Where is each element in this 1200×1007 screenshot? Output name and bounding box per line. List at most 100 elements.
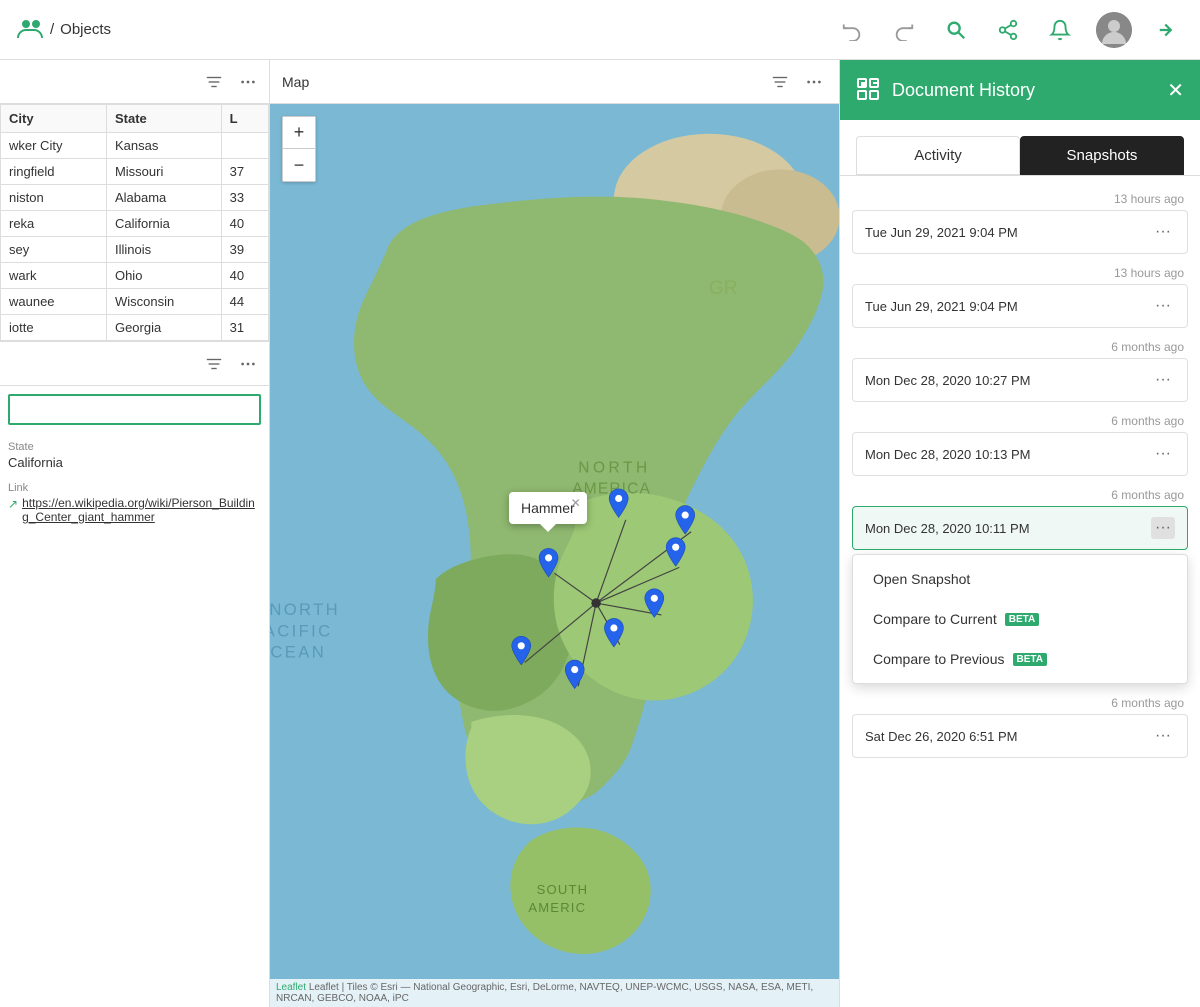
table-row[interactable]: niston Alabama 33 xyxy=(1,185,269,211)
main-area: City State L wker City Kansas ringfield … xyxy=(0,60,1200,1007)
snapshot-item[interactable]: Sat Dec 26, 2020 6:51 PM··· xyxy=(852,714,1188,758)
share-button[interactable] xyxy=(992,14,1024,46)
cell-state: Kansas xyxy=(106,133,221,159)
cell-city: ringfield xyxy=(1,159,107,185)
table-row[interactable]: wark Ohio 40 xyxy=(1,263,269,289)
tab-activity[interactable]: Activity xyxy=(856,136,1020,175)
table-row[interactable]: iotte Georgia 31 xyxy=(1,315,269,341)
snapshots-list: 13 hours ago Tue Jun 29, 2021 9:04 PM ··· 1… xyxy=(840,176,1200,1007)
link-field: Link ↗ https://en.wikipedia.org/wiki/Pie… xyxy=(0,474,269,532)
snapshot-date: Mon Dec 28, 2020 10:27 PM xyxy=(865,373,1031,388)
expand-button[interactable] xyxy=(1152,14,1184,46)
tab-snapshots[interactable]: Snapshots xyxy=(1020,136,1184,175)
svg-text:NORTH: NORTH xyxy=(578,459,650,476)
col-state: State xyxy=(106,105,221,133)
document-history-title: Document History xyxy=(892,80,1155,101)
detail-search[interactable] xyxy=(8,394,261,425)
snapshot-date: Tue Jun 29, 2021 9:04 PM xyxy=(865,299,1018,314)
state-field: State California xyxy=(0,433,269,474)
cell-city: sey xyxy=(1,237,107,263)
map-controls: + − xyxy=(282,116,316,182)
table-row[interactable]: wker City Kansas xyxy=(1,133,269,159)
context-menu-item[interactable]: Open Snapshot xyxy=(853,559,1187,599)
header-brand: / Objects xyxy=(16,14,111,46)
state-value: California xyxy=(8,455,261,470)
cell-city: niston xyxy=(1,185,107,211)
table-more-button[interactable] xyxy=(235,69,261,95)
state-label: State xyxy=(8,441,261,453)
zoom-out-button[interactable]: − xyxy=(283,149,315,181)
map-more-button[interactable] xyxy=(801,69,827,95)
header: / Objects xyxy=(0,0,1200,60)
table-row[interactable]: reka California 40 xyxy=(1,211,269,237)
header-actions xyxy=(836,12,1184,48)
header-slash: / xyxy=(50,21,54,38)
popup-text: Hammer xyxy=(521,500,575,516)
table-row[interactable]: sey Illinois 39 xyxy=(1,237,269,263)
document-history-panel: Document History ✕ Activity Snapshots 13… xyxy=(840,60,1200,1007)
table-row[interactable]: ringfield Missouri 37 xyxy=(1,159,269,185)
beta-badge: BETA xyxy=(1005,613,1039,626)
table-filter-button[interactable] xyxy=(201,69,227,95)
detail-toolbar xyxy=(0,342,269,386)
snapshot-item[interactable]: Mon Dec 28, 2020 10:11 PM ··· xyxy=(852,506,1188,550)
snapshot-item[interactable]: Tue Jun 29, 2021 9:04 PM ··· xyxy=(852,210,1188,254)
search-button[interactable] xyxy=(940,14,972,46)
svg-text:AMERIC: AMERIC xyxy=(528,900,586,915)
cell-state: Illinois xyxy=(106,237,221,263)
table-row[interactable]: waunee Wisconsin 44 xyxy=(1,289,269,315)
cell-city: wker City xyxy=(1,133,107,159)
snapshot-time-label: 6 months ago xyxy=(840,480,1200,506)
snapshot-more-button[interactable]: ··· xyxy=(1151,443,1175,465)
close-panel-button[interactable]: ✕ xyxy=(1167,78,1184,103)
leaflet-link[interactable]: Leaflet xyxy=(276,982,306,993)
popup-close-button[interactable]: ✕ xyxy=(571,496,581,510)
link-text[interactable]: https://en.wikipedia.org/wiki/Pierson_Bu… xyxy=(22,496,261,524)
context-menu-item[interactable]: Compare to PreviousBETA xyxy=(853,639,1187,679)
snapshot-more-button[interactable]: ··· xyxy=(1151,369,1175,391)
zoom-in-button[interactable]: + xyxy=(283,117,315,149)
cell-l: 40 xyxy=(221,211,268,237)
detail-more-button[interactable] xyxy=(235,351,261,377)
cell-state: Ohio xyxy=(106,263,221,289)
snapshot-item[interactable]: Tue Jun 29, 2021 9:04 PM ··· xyxy=(852,284,1188,328)
cell-l: 37 xyxy=(221,159,268,185)
undo-button[interactable] xyxy=(836,14,868,46)
cell-l: 40 xyxy=(221,263,268,289)
snapshot-time-label: 6 months ago xyxy=(840,332,1200,358)
external-link-icon: ↗ xyxy=(8,497,18,511)
redo-button[interactable] xyxy=(888,14,920,46)
snapshot-more-button[interactable]: ··· xyxy=(1151,725,1175,747)
detail-filter-button[interactable] xyxy=(201,351,227,377)
map-container[interactable]: NORTH PACIFIC OCEAN GR NORTH xyxy=(270,104,839,1007)
cell-l: 39 xyxy=(221,237,268,263)
snapshot-more-button[interactable]: ··· xyxy=(1151,295,1175,317)
cell-l: 31 xyxy=(221,315,268,341)
col-l: L xyxy=(221,105,268,133)
cell-state: Missouri xyxy=(106,159,221,185)
notifications-button[interactable] xyxy=(1044,14,1076,46)
snapshot-date: Mon Dec 28, 2020 10:11 PM xyxy=(865,521,1030,536)
snapshot-more-button[interactable]: ··· xyxy=(1151,221,1175,243)
snapshot-more-button[interactable]: ··· xyxy=(1151,517,1175,539)
cell-state: California xyxy=(106,211,221,237)
col-city: City xyxy=(1,105,107,133)
map-filter-button[interactable] xyxy=(767,69,793,95)
avatar[interactable] xyxy=(1096,12,1132,48)
cell-l xyxy=(221,133,268,159)
snapshot-item[interactable]: Mon Dec 28, 2020 10:13 PM··· xyxy=(852,432,1188,476)
cell-l: 33 xyxy=(221,185,268,211)
snapshot-time-label: 13 hours ago xyxy=(840,184,1200,210)
left-panel: City State L wker City Kansas ringfield … xyxy=(0,60,270,1007)
map-area: Map NORTH PACIFIC OCEAN xyxy=(270,60,840,1007)
search-input[interactable] xyxy=(8,394,261,425)
context-menu-item[interactable]: Compare to CurrentBETA xyxy=(853,599,1187,639)
snapshot-item[interactable]: Mon Dec 28, 2020 10:27 PM ··· xyxy=(852,358,1188,402)
snapshot-time-label: 13 hours ago xyxy=(840,258,1200,284)
table-toolbar xyxy=(0,60,269,104)
svg-text:PACIFIC: PACIFIC xyxy=(270,621,333,640)
attribution-text: Leaflet | Tiles © Esri — National Geogra… xyxy=(276,982,813,1004)
map-toolbar: Map xyxy=(270,60,839,104)
cell-city: waunee xyxy=(1,289,107,315)
snapshot-date: Tue Jun 29, 2021 9:04 PM xyxy=(865,225,1018,240)
